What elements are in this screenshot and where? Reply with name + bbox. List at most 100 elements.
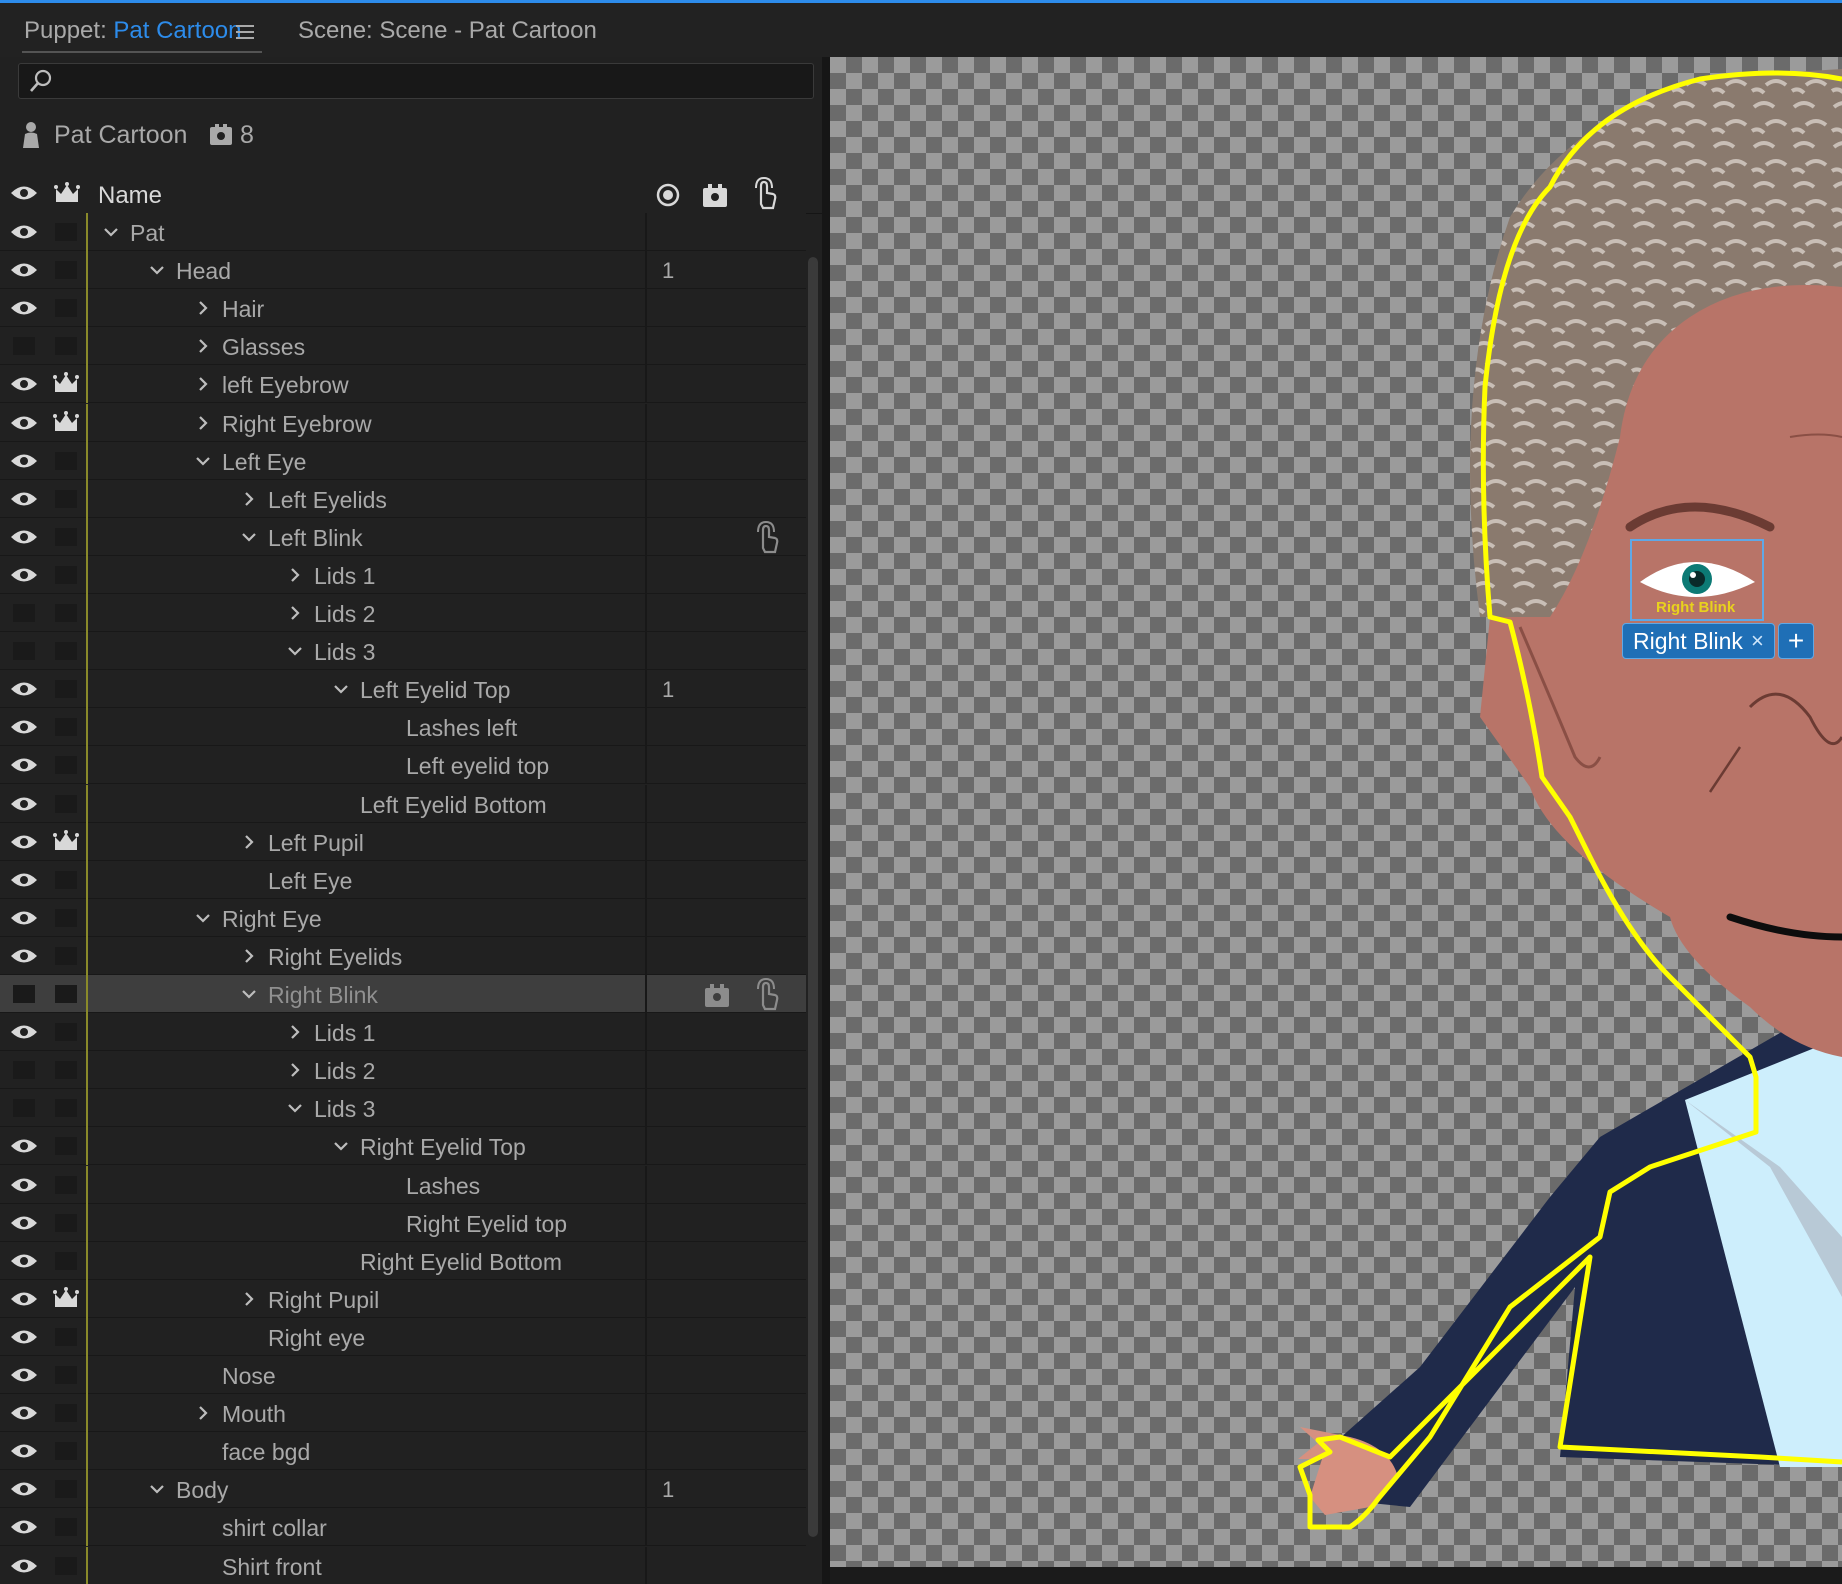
chevron-down-icon[interactable] — [334, 682, 348, 696]
tree-row[interactable]: Lashes left — [0, 708, 806, 747]
tab-puppet[interactable]: Puppet: Pat Cartoon — [24, 17, 241, 45]
eye-icon[interactable] — [10, 1557, 38, 1575]
tree-row[interactable]: Right eye — [0, 1317, 806, 1356]
add-behavior-button[interactable]: + — [1778, 623, 1814, 659]
tree-row[interactable]: Left Blink — [0, 517, 806, 556]
chevron-right-icon[interactable] — [196, 377, 210, 392]
chevron-right-icon[interactable] — [288, 1063, 302, 1077]
crown-toggle-off[interactable] — [55, 337, 77, 356]
tree-row[interactable]: face bgd — [0, 1432, 806, 1471]
eye-icon[interactable] — [10, 680, 38, 698]
tree-row[interactable]: Right Eyelids — [0, 936, 806, 975]
eye-icon[interactable] — [10, 299, 38, 317]
tree-row[interactable]: Right Eye — [0, 898, 806, 937]
crown-toggle-off[interactable] — [55, 1327, 77, 1346]
crown-toggle-off[interactable] — [55, 870, 77, 889]
eye-icon[interactable] — [10, 184, 38, 202]
eye-icon[interactable] — [10, 452, 38, 470]
menu-icon[interactable] — [236, 25, 254, 40]
chevron-right-icon[interactable] — [288, 568, 302, 582]
chevron-right-icon[interactable] — [288, 606, 302, 620]
tree-row[interactable]: Lids 2 — [0, 1051, 806, 1090]
close-icon[interactable]: × — [1751, 624, 1764, 658]
crown-toggle-off[interactable] — [55, 1137, 77, 1156]
visibility-toggle-off[interactable] — [13, 604, 35, 622]
crown-icon[interactable] — [53, 372, 79, 394]
eye-icon[interactable] — [10, 795, 38, 813]
tree-scrollbar-thumb[interactable] — [808, 257, 818, 1537]
crown-toggle-off[interactable] — [55, 908, 77, 927]
eye-icon[interactable] — [10, 1176, 38, 1194]
search-input[interactable] — [63, 68, 807, 96]
dragger-icon[interactable] — [752, 520, 782, 554]
crown-toggle-off[interactable] — [55, 756, 77, 775]
chevron-down-icon[interactable] — [104, 225, 118, 239]
crown-toggle-off[interactable] — [55, 985, 77, 1003]
eye-icon[interactable] — [10, 1214, 38, 1232]
crown-toggle-off[interactable] — [55, 718, 77, 737]
chevron-right-icon[interactable] — [242, 1292, 256, 1306]
tree-row[interactable]: Lids 1 — [0, 555, 806, 594]
chevron-down-icon[interactable] — [150, 1482, 164, 1496]
crown-icon[interactable] — [53, 829, 79, 852]
eye-icon[interactable] — [10, 223, 38, 241]
tree-row[interactable]: Right Eyebrow — [0, 403, 806, 442]
crown-toggle-off[interactable] — [55, 1442, 77, 1461]
eye-icon[interactable] — [10, 261, 38, 279]
tree-row[interactable]: shirt collar — [0, 1508, 806, 1547]
tree-row[interactable]: Right Eyelid Bottom — [0, 1241, 806, 1280]
eye-icon[interactable] — [10, 871, 38, 889]
eye-icon[interactable] — [10, 490, 38, 508]
panel-divider[interactable] — [822, 57, 830, 1584]
tree-row[interactable]: Shirt front — [0, 1546, 806, 1584]
tree-row[interactable]: Head 1 — [0, 251, 806, 290]
chevron-right-icon[interactable] — [196, 339, 210, 354]
dragger-icon[interactable] — [750, 176, 780, 210]
eye-icon[interactable] — [10, 833, 38, 851]
eye-icon[interactable] — [10, 1518, 38, 1536]
crown-toggle-off[interactable] — [55, 946, 77, 965]
eye-icon[interactable] — [10, 1252, 38, 1270]
chevron-down-icon[interactable] — [242, 987, 256, 1001]
eye-icon[interactable] — [10, 375, 38, 393]
chevron-down-icon[interactable] — [196, 454, 210, 468]
chevron-down-icon[interactable] — [242, 530, 256, 544]
chevron-down-icon[interactable] — [288, 1101, 302, 1115]
crown-toggle-off[interactable] — [55, 680, 77, 699]
crown-toggle-off[interactable] — [55, 565, 77, 584]
crown-toggle-off[interactable] — [55, 451, 77, 470]
chevron-right-icon[interactable] — [196, 415, 210, 430]
tree-row[interactable]: Lids 3 — [0, 1089, 806, 1128]
tree-row[interactable]: Left Eye — [0, 860, 806, 899]
crown-icon[interactable] — [54, 182, 80, 204]
chevron-right-icon[interactable] — [242, 834, 256, 849]
crown-toggle-off[interactable] — [55, 1556, 77, 1575]
tree-row[interactable]: Pat — [0, 213, 806, 251]
tab-scene[interactable]: Scene: Scene - Pat Cartoon — [298, 17, 597, 45]
eye-icon[interactable] — [10, 756, 38, 774]
crown-toggle-off[interactable] — [55, 1251, 77, 1270]
scene-canvas[interactable]: Right Blink Right Blink × + — [830, 57, 1842, 1567]
eye-icon[interactable] — [10, 947, 38, 965]
tree-row[interactable]: Nose — [0, 1356, 806, 1394]
handle-icon[interactable] — [701, 181, 729, 209]
crown-toggle-off[interactable] — [55, 1023, 77, 1042]
tree-row[interactable]: Right Blink — [0, 975, 806, 1013]
crown-toggle-off[interactable] — [55, 223, 77, 241]
visibility-toggle-off[interactable] — [13, 1061, 35, 1080]
chevron-down-icon[interactable] — [196, 911, 210, 925]
crown-toggle-off[interactable] — [55, 1213, 77, 1232]
tree-row[interactable]: Body 1 — [0, 1470, 806, 1509]
eye-icon[interactable] — [10, 1442, 38, 1460]
dragger-icon[interactable] — [752, 977, 782, 1011]
eye-icon[interactable] — [10, 414, 38, 432]
chevron-down-icon[interactable] — [288, 644, 302, 658]
crown-toggle-off[interactable] — [55, 299, 77, 318]
tree-row[interactable]: Right Eyelid Top — [0, 1127, 806, 1166]
crown-toggle-off[interactable] — [55, 604, 77, 622]
eye-icon[interactable] — [10, 1328, 38, 1346]
eye-icon[interactable] — [10, 1480, 38, 1498]
chevron-right-icon[interactable] — [196, 301, 210, 315]
tree-row[interactable]: Left Eyelids — [0, 479, 806, 518]
crown-toggle-off[interactable] — [55, 1175, 77, 1194]
